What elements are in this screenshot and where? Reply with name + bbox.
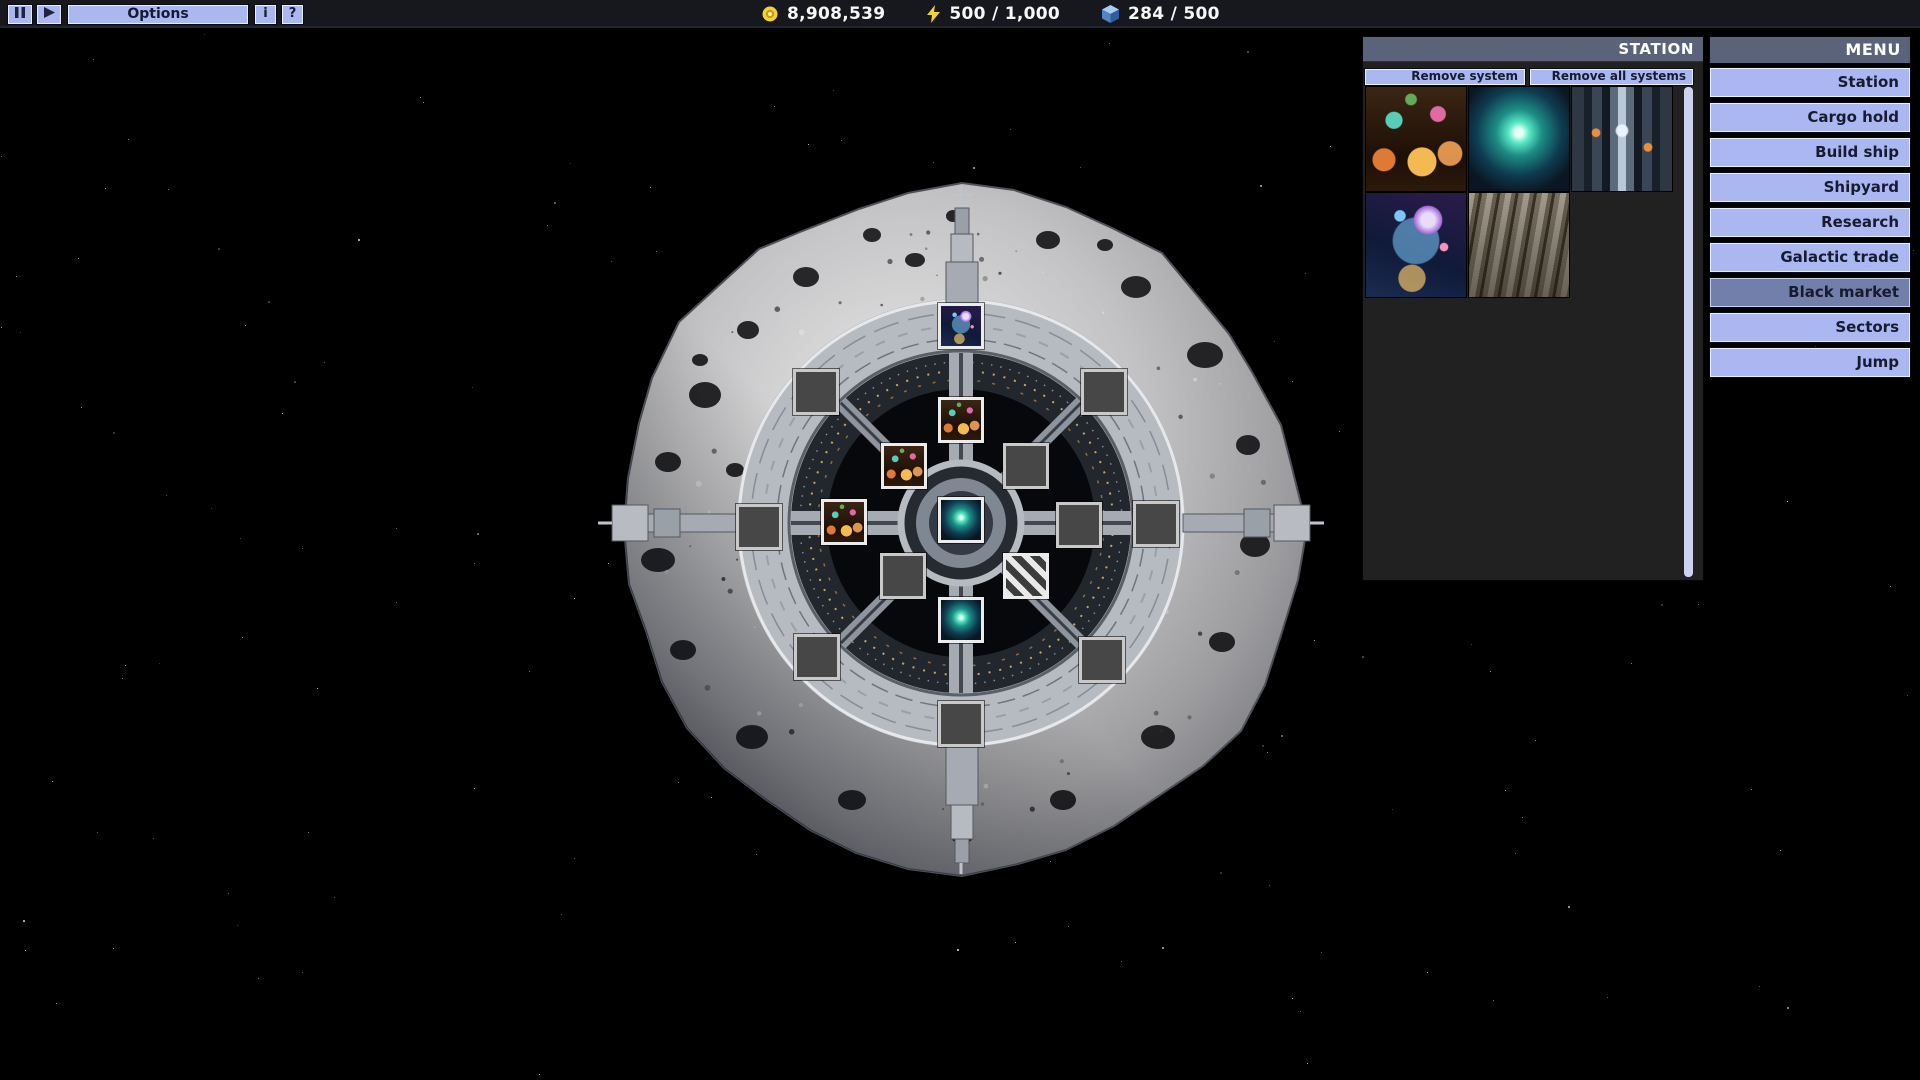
menu-item-build-ship[interactable]: Build ship bbox=[1710, 138, 1910, 167]
lightning-icon bbox=[927, 5, 940, 23]
station-slot-reactor[interactable] bbox=[938, 597, 984, 643]
pause-icon bbox=[15, 7, 25, 18]
station-slot-empty[interactable] bbox=[1056, 502, 1102, 548]
menu-panel-title: MENU bbox=[1710, 37, 1910, 63]
pause-button[interactable] bbox=[8, 5, 32, 24]
station-slot-empty[interactable] bbox=[1003, 443, 1049, 489]
station-slot-empty[interactable] bbox=[793, 369, 839, 415]
resource-bar: 8,908,539 500 / 1,000 284 / 500 bbox=[762, 0, 1220, 28]
station-slot-empty[interactable] bbox=[794, 634, 840, 680]
menu-panel: MENU Station Cargo hold Build ship Shipyard… bbox=[1710, 37, 1910, 383]
station-slot-empty[interactable] bbox=[736, 504, 782, 550]
station-slot-blocked[interactable] bbox=[1003, 553, 1049, 599]
station-slot-empty[interactable] bbox=[1081, 369, 1127, 415]
menu-items: Station Cargo hold Build ship Shipyard Resea… bbox=[1710, 68, 1910, 377]
info-button[interactable]: i bbox=[255, 5, 276, 24]
station-panel-scrollbar[interactable] bbox=[1684, 87, 1693, 577]
coin-icon bbox=[762, 6, 778, 22]
menu-item-shipyard[interactable]: Shipyard bbox=[1710, 173, 1910, 202]
system-thumbnail-warehouse[interactable] bbox=[1572, 87, 1672, 191]
energy-value: 500 / 1,000 bbox=[949, 4, 1060, 24]
play-button[interactable] bbox=[37, 5, 61, 24]
system-thumbnail-reactor[interactable] bbox=[1469, 87, 1569, 191]
menu-item-black-market[interactable]: Black market bbox=[1710, 278, 1910, 307]
station-slot-market[interactable] bbox=[938, 397, 984, 443]
remove-all-systems-button[interactable]: Remove all systems bbox=[1530, 69, 1693, 85]
credits-value: 8,908,539 bbox=[787, 4, 885, 24]
station-slot-empty[interactable] bbox=[1133, 501, 1179, 547]
help-button[interactable]: ? bbox=[282, 5, 303, 24]
cargo-display: 284 / 500 bbox=[1102, 4, 1220, 24]
menu-item-jump[interactable]: Jump bbox=[1710, 348, 1910, 377]
top-bar: Options i ? 8,908,539 500 / 1,000 bbox=[0, 0, 1920, 28]
station-slot-market[interactable] bbox=[821, 499, 867, 545]
game-viewport: Options i ? 8,908,539 500 / 1,000 bbox=[0, 0, 1920, 1080]
station-slot-observatory[interactable] bbox=[938, 303, 984, 349]
system-thumbnail-cantina[interactable] bbox=[1366, 87, 1466, 191]
station-slot-market[interactable] bbox=[881, 443, 927, 489]
menu-item-sectors[interactable]: Sectors bbox=[1710, 313, 1910, 342]
credits-display: 8,908,539 bbox=[762, 4, 885, 24]
options-button[interactable]: Options bbox=[68, 5, 248, 24]
menu-item-station[interactable]: Station bbox=[1710, 68, 1910, 97]
cargo-value: 284 / 500 bbox=[1128, 4, 1220, 24]
system-thumbnail-factory[interactable] bbox=[1469, 193, 1569, 297]
cube-icon bbox=[1102, 5, 1119, 23]
scrollbar-thumb[interactable] bbox=[1684, 87, 1693, 577]
menu-item-galactic-trade[interactable]: Galactic trade bbox=[1710, 243, 1910, 272]
menu-item-cargo-hold[interactable]: Cargo hold bbox=[1710, 103, 1910, 132]
station-panel-title: STATION bbox=[1363, 37, 1703, 62]
station-slot-empty[interactable] bbox=[938, 701, 984, 747]
station-slot-reactor[interactable] bbox=[938, 497, 984, 543]
remove-system-button[interactable]: Remove system bbox=[1365, 69, 1525, 85]
play-icon bbox=[44, 7, 55, 18]
station-slot-empty[interactable] bbox=[1079, 637, 1125, 683]
energy-display: 500 / 1,000 bbox=[927, 4, 1060, 24]
station-panel: STATION Remove system Remove all systems bbox=[1363, 37, 1703, 580]
station-slot-empty[interactable] bbox=[880, 553, 926, 599]
system-thumbnail-grid bbox=[1366, 87, 1674, 297]
menu-item-research[interactable]: Research bbox=[1710, 208, 1910, 237]
system-thumbnail-observatory[interactable] bbox=[1366, 193, 1466, 297]
